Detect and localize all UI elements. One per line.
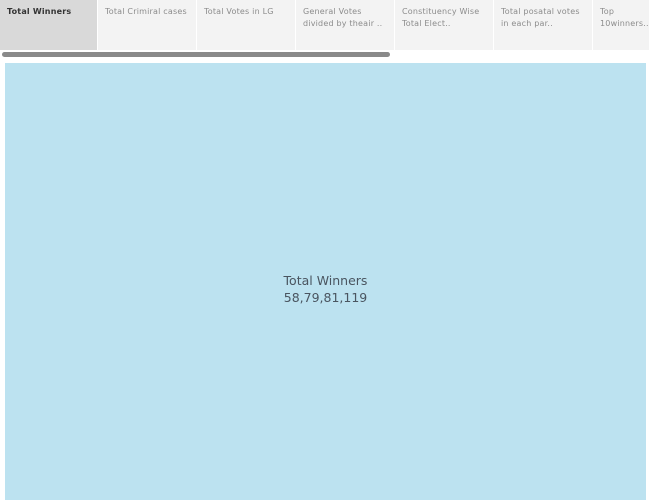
measure-value: 58,79,81,119 bbox=[283, 290, 368, 305]
tab-label: General Votes divided by theair .. bbox=[303, 7, 383, 28]
tab-total-postal-votes[interactable]: Total posatal votes in each par.. bbox=[494, 0, 593, 50]
tab-total-votes-in-lg[interactable]: Total Votes in LG bbox=[197, 0, 296, 50]
tab-top-10-winners[interactable]: Top 10winners.. bbox=[593, 0, 650, 50]
tab-label: Total Crimiral cases bbox=[105, 7, 187, 16]
tab-scrollbar[interactable] bbox=[0, 51, 650, 58]
tab-label: Constituency Wise Total Elect.. bbox=[402, 7, 480, 28]
tab-scrollbar-thumb[interactable] bbox=[2, 52, 390, 57]
tab-total-criminal-cases[interactable]: Total Crimiral cases bbox=[98, 0, 197, 50]
tab-constituency-wise[interactable]: Constituency Wise Total Elect.. bbox=[395, 0, 494, 50]
tab-general-votes[interactable]: General Votes divided by theair .. bbox=[296, 0, 395, 50]
tab-label: Top 10winners.. bbox=[600, 7, 649, 28]
treemap-cell-total-winners[interactable]: Total Winners 58,79,81,119 bbox=[5, 63, 646, 500]
tab-total-winners[interactable]: Total Winners bbox=[0, 0, 98, 50]
tab-label: Total Votes in LG bbox=[204, 7, 274, 16]
tab-label: Total posatal votes in each par.. bbox=[501, 7, 580, 28]
tab-label: Total Winners bbox=[7, 7, 72, 16]
treemap-cell-label: Total Winners 58,79,81,119 bbox=[5, 272, 646, 306]
sheet-tab-bar: Total Winners Total Crimiral cases Total… bbox=[0, 0, 650, 50]
measure-name: Total Winners bbox=[283, 273, 368, 288]
